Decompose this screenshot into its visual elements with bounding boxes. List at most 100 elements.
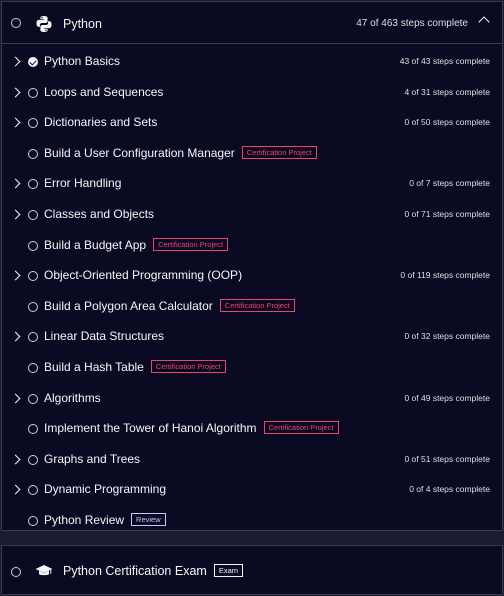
exam-title-text: Python Certification Exam — [63, 564, 207, 578]
superblock-status-circle — [11, 18, 21, 28]
status-circle-icon — [28, 393, 38, 404]
block-title: Build a Hash Table — [44, 360, 144, 374]
status-circle-icon — [28, 424, 38, 435]
block-title: Python Basics — [44, 54, 121, 68]
superblock-header[interactable]: Python 47 of 463 steps complete — [2, 2, 502, 44]
superblock-progress: 47 of 463 steps complete — [356, 18, 468, 29]
block-label: Dictionaries and Sets — [44, 115, 157, 129]
block-label: Build a Budget App Certification Project — [44, 237, 229, 252]
status-circle-icon — [28, 454, 38, 465]
graduation-cap-icon — [35, 565, 53, 576]
status-circle-icon — [28, 210, 38, 220]
block-row[interactable]: Python Review Review — [2, 506, 502, 536]
chevron-right-icon[interactable] — [10, 393, 21, 404]
block-row[interactable]: Python Basics 43 of 43 steps complete — [2, 47, 502, 77]
certification-project-badge: Certification Project — [150, 360, 226, 373]
block-row[interactable]: Linear Data Structures 0 of 32 steps comp… — [2, 322, 502, 352]
block-row[interactable]: Error Handling 0 of 7 steps complete — [2, 169, 502, 199]
block-title: Error Handling — [44, 176, 122, 191]
chevron-up-icon[interactable] — [478, 16, 490, 28]
block-label: Error Handling — [44, 176, 121, 190]
check-circle-icon — [28, 57, 38, 67]
block-title: Build a Polygon Area Calculator — [44, 298, 213, 313]
block-row[interactable]: Build a Polygon Area Calculator Certifica… — [2, 292, 502, 322]
superblock-title: Python — [63, 17, 102, 31]
block-steps: 0 of 50 steps complete — [404, 117, 490, 128]
block-steps: 0 of 119 steps complete — [400, 270, 490, 281]
block-steps: 0 of 49 steps complete — [404, 392, 490, 403]
block-row[interactable]: Implement the Tower of Hanoi Algorithm Ce… — [2, 414, 502, 444]
python-superblock: Python 47 of 463 steps complete Python B… — [1, 1, 503, 531]
block-row[interactable]: Build a User Configuration Manager Certif… — [2, 139, 502, 169]
block-label: Python Review Review — [44, 513, 166, 527]
block-label: Build a Hash Table Certification Project — [44, 360, 226, 374]
block-label: Dynamic Programming — [44, 482, 166, 496]
status-circle-icon — [28, 240, 38, 251]
block-title: Build a Budget App — [44, 237, 147, 252]
block-steps: 0 of 7 steps complete — [409, 178, 490, 189]
status-circle-icon — [28, 271, 38, 282]
chevron-right-icon[interactable] — [10, 87, 21, 98]
block-steps: 0 of 71 steps complete — [404, 209, 490, 219]
status-circle-icon — [28, 87, 38, 98]
block-steps: 0 of 32 steps complete — [404, 331, 490, 342]
block-row[interactable]: Classes and Objects 0 of 71 steps complet… — [2, 200, 502, 230]
block-row[interactable]: Build a Budget App Certification Project — [2, 231, 502, 261]
block-row[interactable]: Build a Hash Table Certification Project — [2, 353, 502, 383]
block-steps: 0 of 4 steps complete — [409, 484, 490, 495]
block-title: Object-Oriented Programming (OOP) — [44, 268, 243, 283]
status-circle-icon — [28, 148, 38, 159]
block-label: Build a User Configuration Manager Certif… — [44, 145, 317, 160]
block-label: Loops and Sequences — [44, 85, 163, 99]
status-circle-icon — [28, 485, 38, 496]
block-label: Object-Oriented Programming (OOP) — [44, 268, 242, 282]
block-row[interactable]: Dynamic Programming 0 of 4 steps complete — [2, 475, 502, 505]
certification-project-badge: Certification Project — [153, 237, 229, 251]
chevron-right-icon[interactable] — [10, 331, 21, 342]
chevron-right-icon[interactable] — [10, 270, 21, 281]
status-circle-icon — [28, 516, 38, 526]
block-title: Build a User Configuration Manager — [44, 145, 235, 160]
exam-block[interactable]: Python Certification Exam Exam — [1, 545, 503, 595]
block-steps: 0 of 51 steps complete — [404, 453, 490, 464]
block-label: Implement the Tower of Hanoi Algorithm Ce… — [44, 421, 339, 435]
chevron-right-icon[interactable] — [10, 178, 21, 189]
chevron-right-icon[interactable] — [10, 117, 21, 128]
chevron-right-icon[interactable] — [10, 454, 21, 465]
block-title: Dictionaries and Sets — [44, 115, 158, 130]
certification-project-badge: Certification Project — [241, 145, 317, 159]
block-title: Graphs and Trees — [44, 451, 141, 466]
block-row[interactable]: Loops and Sequences 4 of 31 steps complet… — [2, 78, 502, 108]
block-label: Graphs and Trees — [44, 452, 140, 466]
block-title: Dynamic Programming — [44, 482, 167, 497]
block-label: Algorithms — [44, 391, 101, 405]
status-circle-icon — [28, 179, 38, 190]
block-row[interactable]: Algorithms 0 of 49 steps complete — [2, 384, 502, 414]
block-label: Linear Data Structures — [44, 329, 164, 343]
exam-badge: Exam — [213, 564, 243, 577]
block-steps: 43 of 43 steps complete — [399, 56, 490, 66]
block-title: Loops and Sequences — [44, 84, 164, 99]
python-logo-icon — [36, 16, 52, 32]
status-circle-icon — [28, 332, 38, 343]
chevron-right-icon[interactable] — [10, 484, 21, 495]
block-label: Classes and Objects — [44, 207, 154, 221]
exam-title: Python Certification Exam Exam — [63, 564, 243, 578]
block-row[interactable]: Dictionaries and Sets 0 of 50 steps compl… — [2, 108, 502, 138]
review-badge: Review — [131, 513, 166, 526]
block-label: Build a Polygon Area Calculator Certifica… — [44, 298, 295, 313]
status-circle-icon — [28, 363, 38, 373]
block-title: Python Review — [44, 513, 125, 527]
block-title: Algorithms — [44, 390, 101, 405]
chevron-right-icon[interactable] — [10, 56, 21, 67]
block-steps: 4 of 31 steps complete — [404, 86, 490, 97]
block-label: Python Basics — [44, 54, 120, 68]
chevron-right-icon[interactable] — [10, 209, 21, 220]
status-circle-icon — [28, 118, 38, 129]
block-row[interactable]: Object-Oriented Programming (OOP) 0 of 11… — [2, 261, 502, 291]
block-title: Implement the Tower of Hanoi Algorithm — [44, 421, 257, 436]
block-title: Classes and Objects — [44, 207, 155, 221]
block-row[interactable]: Graphs and Trees 0 of 51 steps complete — [2, 445, 502, 475]
certification-project-badge: Certification Project — [263, 421, 339, 435]
status-circle-icon — [28, 301, 38, 312]
